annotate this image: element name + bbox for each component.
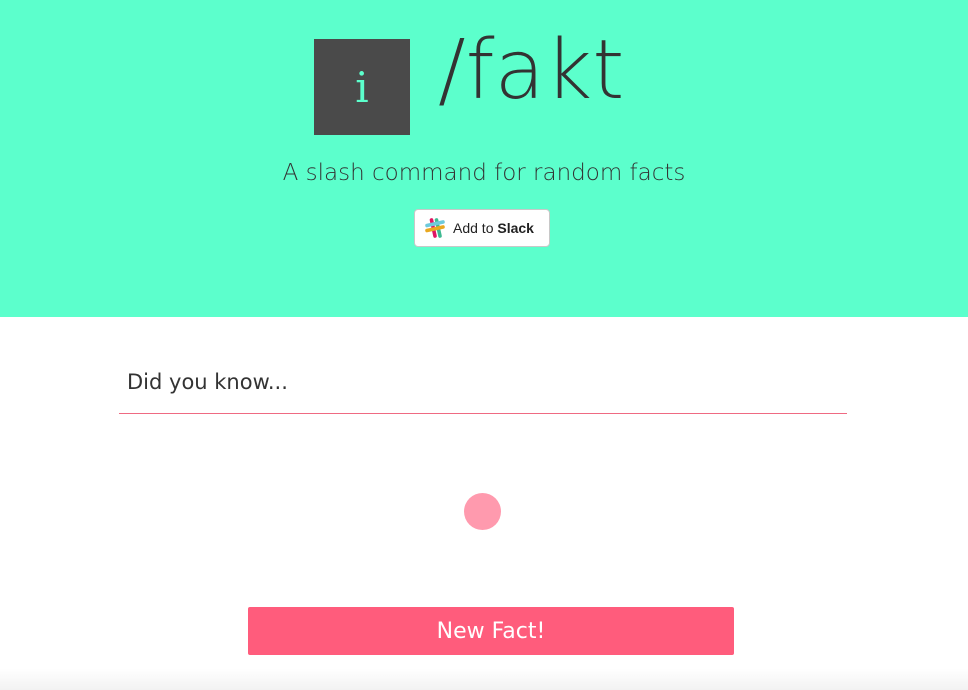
fact-heading: Did you know... (127, 370, 288, 394)
add-to-slack-label: Add to Slack (453, 220, 534, 236)
new-fact-button[interactable]: New Fact! (248, 607, 734, 655)
loading-spinner (464, 493, 501, 530)
bottom-shadow (0, 668, 968, 690)
divider (119, 413, 847, 414)
tagline: A slash command for random facts (282, 160, 686, 186)
logo-glyph: i (355, 63, 369, 112)
add-to-slack-button[interactable]: Add to Slack (414, 209, 550, 247)
brand-title: /fakt (438, 23, 625, 118)
logo: i (314, 39, 410, 135)
hero-section: i /fakt A slash command for random facts… (0, 0, 968, 317)
slack-icon (425, 218, 445, 238)
